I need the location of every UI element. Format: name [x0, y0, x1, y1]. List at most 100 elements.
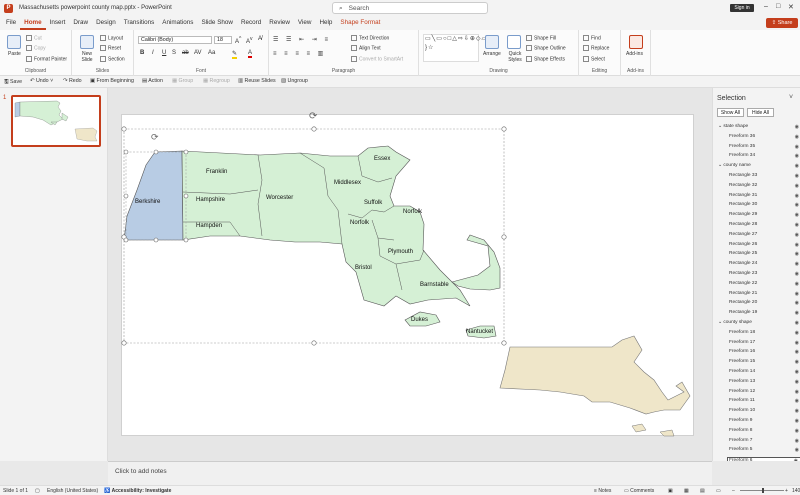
selection-item-row[interactable]: Freeform 10 ◉ [713, 408, 800, 418]
visibility-eye-icon[interactable]: ◉ [795, 340, 799, 346]
comments-toggle[interactable]: ▭ Comments [624, 488, 654, 494]
addins-icon[interactable] [629, 35, 643, 49]
minimize-icon[interactable]: – [764, 3, 768, 10]
tab-view[interactable]: View [294, 16, 316, 30]
notes-toggle[interactable]: ≡ Notes [594, 488, 611, 494]
selection-item-row[interactable]: Freeform 12 ◉ [713, 389, 800, 399]
rotate-handle-icon[interactable]: ⟳ [309, 111, 318, 122]
selection-group-row[interactable]: ⌄ state shape ◉ [713, 124, 800, 134]
font-family-select[interactable]: Calibri (Body) [138, 36, 212, 44]
inner-handle-nw[interactable] [123, 149, 129, 155]
bold-icon[interactable]: B [140, 50, 144, 56]
visibility-eye-icon[interactable]: ◉ [795, 242, 799, 248]
case-icon[interactable]: Aa [208, 50, 215, 56]
cape-cod-shape[interactable] [451, 234, 501, 291]
tab-draw[interactable]: Draw [69, 16, 92, 30]
selection-item-row[interactable]: Freeform 11 ◉ [713, 398, 800, 408]
selection-item-row[interactable]: Freeform 5 ◉ [713, 447, 800, 457]
visibility-eye-icon[interactable]: ◉ [795, 163, 799, 169]
tab-insert[interactable]: Insert [46, 16, 70, 30]
selection-item-row[interactable]: Rectangle 23 ◉ [713, 271, 800, 281]
shrink-font-icon[interactable]: Av [246, 36, 253, 45]
new-slide-icon[interactable] [80, 35, 94, 49]
tab-design[interactable]: Design [92, 16, 120, 30]
font-size-select[interactable]: 18 [214, 36, 232, 44]
accessibility-status[interactable]: ♿ Accessibility: Investigate [104, 488, 171, 494]
visibility-eye-icon[interactable]: ◉ [795, 310, 799, 316]
tab-animations[interactable]: Animations [158, 16, 197, 30]
regroup-button[interactable]: ▦ Regroup [203, 78, 230, 84]
selection-item-row[interactable]: Freeform 35 ◉ [713, 144, 800, 154]
visibility-eye-icon[interactable]: ◉ [795, 330, 799, 336]
visibility-eye-icon[interactable]: ◉ [795, 300, 799, 306]
visibility-eye-icon[interactable]: ◉ [795, 349, 799, 355]
select-button[interactable]: Select [583, 56, 605, 62]
reset-button[interactable]: Reset [100, 45, 121, 51]
visibility-eye-icon[interactable]: ◉ [795, 134, 799, 140]
section-button[interactable]: Section [100, 56, 125, 62]
selection-item-row[interactable]: Rectangle 28 ◉ [713, 222, 800, 232]
spellcheck-icon[interactable]: ▢ [35, 488, 40, 494]
ungroup-button[interactable]: ▧ Ungroup [281, 78, 308, 84]
handle-s[interactable] [311, 340, 317, 346]
new-slide-button[interactable]: New Slide [79, 51, 95, 63]
maximize-icon[interactable]: □ [776, 3, 780, 10]
visibility-eye-icon[interactable]: ◉ [795, 251, 799, 257]
inner-handle-w[interactable] [123, 193, 129, 199]
inner-handle-sw[interactable] [123, 237, 129, 243]
align-text-button[interactable]: Align Text [351, 45, 381, 51]
zoom-in-icon[interactable]: + [785, 488, 788, 494]
visibility-eye-icon[interactable]: ◉ [795, 398, 799, 404]
text-direction-button[interactable]: Text Direction [351, 35, 389, 41]
sign-in-button[interactable]: Sign in [730, 4, 754, 12]
tab-review[interactable]: Review [265, 16, 294, 30]
inner-handle-n[interactable] [153, 149, 159, 155]
berkshire-shape[interactable] [123, 150, 184, 241]
shapes-gallery[interactable]: ▭╲▭○□△⇨⇩⊕◇▱⬠{ }☆ [423, 34, 495, 62]
selection-item-row[interactable]: Rectangle 25 ◉ [713, 251, 800, 261]
selection-item-row[interactable]: Freeform 36 ◉ [713, 134, 800, 144]
inner-handle-ne[interactable] [183, 149, 189, 155]
inner-handle-s[interactable] [153, 237, 159, 243]
selection-item-row[interactable]: Rectangle 29 ◉ [713, 212, 800, 222]
grow-font-icon[interactable]: A^ [235, 36, 241, 45]
selection-item-row[interactable]: Freeform 15 ◉ [713, 359, 800, 369]
selection-group-row[interactable]: ⌄ county name ◉ [713, 163, 800, 173]
hide-all-button[interactable]: Hide All [747, 108, 774, 117]
paste-button[interactable]: Paste [8, 51, 21, 57]
search-input[interactable]: ⌕ Search [332, 2, 488, 14]
align-icons[interactable]: ≡ ≡ ≡ ≡ ▥ [273, 50, 326, 57]
selection-item-row[interactable]: Rectangle 20 ◉ [713, 300, 800, 310]
visibility-eye-icon[interactable]: ◉ [795, 232, 799, 238]
smartart-button[interactable]: Convert to SmartArt [351, 56, 403, 62]
visibility-eye-icon[interactable]: ◉ [795, 447, 799, 453]
show-all-button[interactable]: Show All [717, 108, 744, 117]
layout-button[interactable]: Layout [100, 35, 123, 41]
sorter-view-icon[interactable]: ▦ [684, 488, 689, 494]
underline-icon[interactable]: U [162, 50, 166, 56]
tab-home[interactable]: Home [20, 16, 46, 30]
share-button[interactable]: ⇪ Share [766, 18, 798, 28]
visibility-eye-icon[interactable]: ◉ [795, 408, 799, 414]
visibility-eye-icon[interactable]: ◉ [795, 428, 799, 434]
tab-shape-format[interactable]: Shape Format [336, 16, 384, 30]
from-beginning-button[interactable]: ▣ From Beginning [90, 78, 134, 84]
save-button[interactable]: 🖫 Save [4, 78, 22, 87]
selection-item-row[interactable]: Rectangle 30 ◉ [713, 202, 800, 212]
replace-button[interactable]: Replace [583, 45, 609, 51]
visibility-eye-icon[interactable]: ◉ [795, 173, 799, 179]
selection-item-row[interactable]: Rectangle 27 ◉ [713, 232, 800, 242]
inner-handle-se[interactable] [183, 237, 189, 243]
selection-item-row[interactable]: Freeform 16 ◉ [713, 349, 800, 359]
tab-record[interactable]: Record [237, 16, 265, 30]
spacing-icon[interactable]: AV [194, 50, 202, 56]
clear-format-icon[interactable]: A̸ [258, 36, 262, 42]
selection-item-row[interactable]: Freeform 9 ◉ [713, 418, 800, 428]
action-button[interactable]: ▤ Action [142, 78, 163, 84]
visibility-eye-icon[interactable]: ◉ [794, 458, 798, 461]
visibility-eye-icon[interactable]: ◉ [795, 320, 799, 326]
selection-item-row[interactable]: Rectangle 22 ◉ [713, 281, 800, 291]
selection-group-row[interactable]: ⌄ county shape ◉ [713, 320, 800, 330]
tab-file[interactable]: File [0, 16, 20, 30]
arrange-icon[interactable] [485, 35, 499, 49]
